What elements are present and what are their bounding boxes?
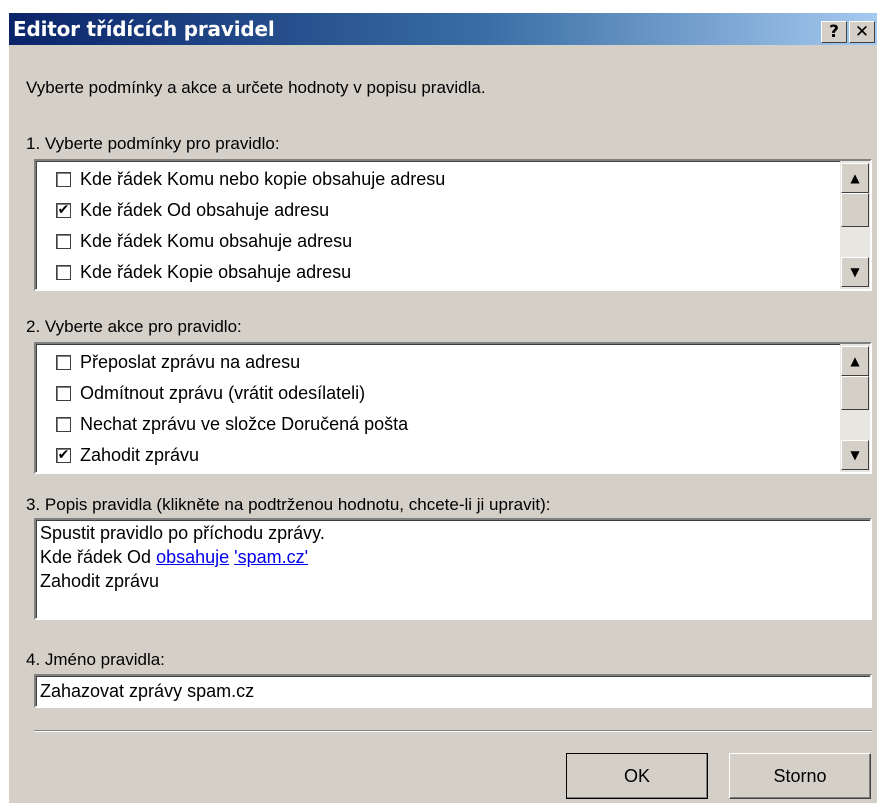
action-checkbox[interactable] (56, 386, 71, 401)
conditions-list[interactable]: Kde řádek Komu nebo kopie obsahuje adres… (34, 159, 872, 291)
separator (34, 730, 872, 732)
action-label: Odmítnout zprávu (vrátit odesílateli) (80, 383, 366, 403)
description-line: Kde řádek Od obsahuje 'spam.cz' (40, 545, 866, 569)
condition-item[interactable]: Kde řádek Komu nebo kopie obsahuje adres… (36, 164, 826, 195)
action-checkbox[interactable] (56, 355, 71, 370)
condition-checkbox[interactable] (56, 265, 71, 280)
action-label: Přeposlat zprávu na adresu (80, 352, 301, 372)
actions-scrollbar[interactable]: ▲ ▼ (840, 344, 870, 472)
rule-description: Spustit pravidlo po příchodu zprávy. Kde… (34, 518, 872, 620)
condition-checkbox[interactable]: ✔ (56, 203, 71, 218)
condition-item[interactable]: Kde řádek Kopie obsahuje adresu (36, 257, 826, 288)
description-text: Kde řádek Od (40, 547, 157, 567)
condition-label: Kde řádek Komu nebo kopie obsahuje adres… (80, 169, 446, 189)
condition-checkbox[interactable] (56, 234, 71, 249)
action-item[interactable]: ✔ Zahodit zprávu (36, 440, 826, 471)
condition-item[interactable]: ✔ Kde řádek Od obsahuje adresu (36, 195, 826, 226)
rule-name-input[interactable] (34, 674, 872, 708)
description-line: Spustit pravidlo po příchodu zprávy. (40, 523, 325, 543)
rule-editor-dialog: Editor třídících pravidel ? ✕ Vyberte po… (8, 12, 877, 803)
actions-label: 2. Vyberte akce pro pravidlo: (26, 317, 242, 336)
close-button[interactable]: ✕ (849, 21, 875, 43)
window-title: Editor třídících pravidel (13, 17, 275, 41)
description-line: Zahodit zprávu (40, 571, 160, 591)
action-checkbox[interactable] (56, 417, 71, 432)
help-button[interactable]: ? (821, 21, 847, 43)
rule-name-label: 4. Jméno pravidla: (26, 650, 165, 669)
title-bar[interactable]: Editor třídících pravidel ? ✕ (9, 13, 877, 45)
condition-label: Kde řádek Komu obsahuje adresu (80, 231, 353, 251)
scroll-down-icon[interactable]: ▼ (841, 440, 869, 470)
scroll-down-icon[interactable]: ▼ (841, 257, 869, 287)
scroll-thumb[interactable] (841, 193, 869, 227)
ok-button[interactable]: OK (566, 753, 708, 799)
condition-item[interactable]: Kde řádek Komu obsahuje adresu (36, 226, 826, 257)
condition-checkbox[interactable] (56, 172, 71, 187)
condition-operator-link[interactable]: obsahuje (156, 547, 229, 567)
action-item[interactable]: Odmítnout zprávu (vrátit odesílateli) (36, 378, 826, 409)
cancel-button[interactable]: Storno (729, 753, 871, 799)
action-label: Zahodit zprávu (80, 445, 200, 465)
scroll-up-icon[interactable]: ▲ (841, 163, 869, 193)
intro-text: Vyberte podmínky a akce a určete hodnoty… (26, 78, 486, 97)
condition-value-link[interactable]: 'spam.cz' (234, 547, 308, 567)
condition-label: Kde řádek Kopie obsahuje adresu (80, 262, 352, 282)
scroll-thumb[interactable] (841, 376, 869, 410)
scroll-up-icon[interactable]: ▲ (841, 346, 869, 376)
actions-list[interactable]: Přeposlat zprávu na adresu Odmítnout zpr… (34, 342, 872, 474)
action-label: Nechat zprávu ve složce Doručená pošta (80, 414, 409, 434)
action-item[interactable]: Nechat zprávu ve složce Doručená pošta (36, 409, 826, 440)
conditions-scrollbar[interactable]: ▲ ▼ (840, 161, 870, 289)
action-checkbox[interactable]: ✔ (56, 448, 71, 463)
conditions-label: 1. Vyberte podmínky pro pravidlo: (26, 134, 280, 153)
action-item[interactable]: Přeposlat zprávu na adresu (36, 347, 826, 378)
condition-label: Kde řádek Od obsahuje adresu (80, 200, 330, 220)
description-label: 3. Popis pravidla (klikněte na podtrženo… (26, 495, 551, 514)
